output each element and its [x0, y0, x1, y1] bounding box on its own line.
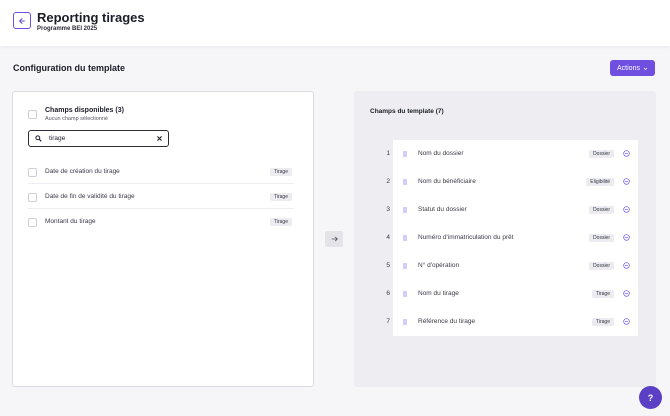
field-category-tag: Tirage — [270, 193, 292, 201]
field-label: Statut du dossier — [418, 206, 467, 213]
template-field-row[interactable]: N° d'opération Dossier — [393, 252, 638, 280]
drag-handle-icon[interactable] — [403, 207, 407, 213]
field-checkbox[interactable] — [28, 218, 37, 227]
drag-handle-icon[interactable] — [403, 151, 407, 157]
row-number: 2 — [386, 178, 390, 185]
field-label: Référence du tirage — [418, 318, 476, 325]
field-category-tag: Dossier — [589, 150, 614, 158]
arrow-right-icon — [331, 236, 338, 242]
field-label: Nom du tirage — [418, 290, 459, 297]
search-field[interactable] — [28, 130, 169, 147]
drag-handle-icon[interactable] — [403, 319, 407, 325]
drag-handle-icon[interactable] — [403, 235, 407, 241]
remove-circle-icon[interactable] — [623, 178, 630, 185]
drag-handle-icon[interactable] — [403, 291, 407, 297]
available-fields-panel: Champs disponibles (3) Aucun champ sélec… — [12, 91, 314, 387]
available-field-row[interactable]: Montant du tirage Tirage — [28, 210, 294, 234]
field-category-tag: Dossier — [589, 262, 614, 270]
back-button[interactable] — [13, 12, 31, 29]
template-field-row[interactable]: Statut du dossier Dossier — [393, 196, 638, 224]
template-field-row[interactable]: Référence du tirage Tirage — [393, 308, 638, 336]
field-category-tag: Dossier — [589, 234, 614, 242]
available-fields-title: Champs disponibles (3) — [45, 107, 124, 114]
field-label: Montant du tirage — [45, 218, 96, 225]
row-number: 1 — [386, 150, 390, 157]
remove-circle-icon[interactable] — [623, 234, 630, 241]
remove-circle-icon[interactable] — [623, 318, 630, 325]
chevron-down-icon — [643, 67, 648, 70]
help-button-label: ? — [647, 392, 654, 403]
add-to-template-button[interactable] — [325, 231, 343, 247]
field-label: Numéro d'immatriculation du prêt — [418, 234, 514, 241]
search-icon — [35, 135, 42, 142]
select-all-checkbox[interactable] — [28, 110, 37, 119]
available-field-row[interactable]: Date de création du tirage Tirage — [28, 160, 294, 184]
actions-button-label: Actions — [617, 64, 640, 72]
actions-button[interactable]: Actions — [610, 60, 655, 76]
field-checkbox[interactable] — [28, 168, 37, 177]
field-category-tag: Tirage — [592, 318, 614, 326]
available-field-row[interactable]: Date de fin de validité du tirage Tirage — [28, 185, 294, 209]
remove-circle-icon[interactable] — [623, 150, 630, 157]
row-number: 5 — [386, 262, 390, 269]
field-label: N° d'opération — [418, 262, 460, 269]
field-label: Date de fin de validité du tirage — [45, 193, 135, 200]
drag-handle-icon[interactable] — [403, 263, 407, 269]
field-category-tag: Tirage — [270, 168, 292, 176]
template-field-list: Nom du dossier Dossier Nom du bénéficiai… — [393, 140, 638, 336]
drag-handle-icon[interactable] — [403, 179, 407, 185]
row-number: 6 — [386, 290, 390, 297]
template-field-row[interactable]: Nom du bénéficiaire Eligibilité — [393, 168, 638, 196]
row-number: 3 — [386, 206, 390, 213]
field-label: Nom du bénéficiaire — [418, 178, 476, 185]
page-title: Reporting tirages — [37, 10, 145, 25]
field-category-tag: Tirage — [592, 290, 614, 298]
template-fields-title: Champs du template (7) — [370, 108, 444, 115]
template-field-row[interactable]: Nom du dossier Dossier — [393, 140, 638, 168]
remove-circle-icon[interactable] — [623, 262, 630, 269]
row-number: 7 — [386, 318, 390, 325]
field-category-tag: Dossier — [589, 206, 614, 214]
search-input[interactable] — [49, 133, 149, 144]
field-category-tag: Tirage — [270, 218, 292, 226]
remove-circle-icon[interactable] — [623, 290, 630, 297]
row-number: 4 — [386, 234, 390, 241]
page-header: Reporting tirages Programme BEI 2025 — [0, 0, 670, 46]
field-checkbox[interactable] — [28, 193, 37, 202]
page-subtitle: Programme BEI 2025 — [37, 26, 98, 32]
arrow-left-icon — [19, 17, 25, 24]
template-field-row[interactable]: Nom du tirage Tirage — [393, 280, 638, 308]
section-title: Configuration du template — [13, 63, 125, 73]
selection-status: Aucun champ sélectionné — [45, 116, 108, 122]
clear-icon[interactable] — [156, 135, 163, 142]
field-label: Date de création du tirage — [45, 168, 120, 175]
field-label: Nom du dossier — [418, 150, 464, 157]
help-button[interactable]: ? — [639, 386, 662, 409]
field-category-tag: Eligibilité — [586, 178, 614, 186]
template-fields-panel: Champs du template (7) 1 2 3 4 5 6 7 Nom… — [354, 91, 656, 387]
remove-circle-icon[interactable] — [623, 206, 630, 213]
template-field-row[interactable]: Numéro d'immatriculation du prêt Dossier — [393, 224, 638, 252]
